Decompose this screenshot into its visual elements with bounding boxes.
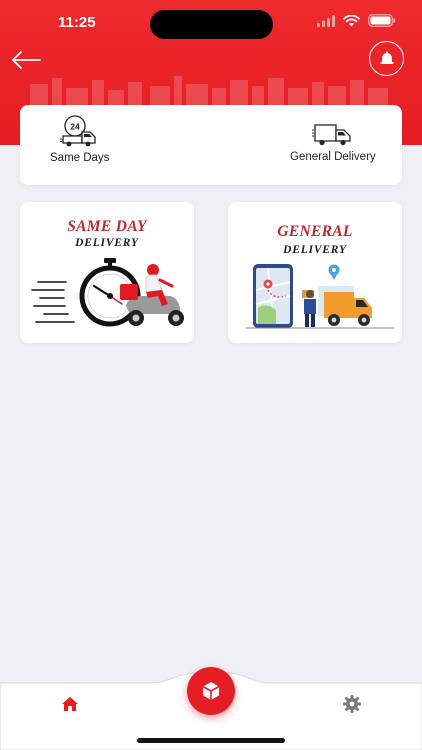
same-day-delivery-card[interactable]: SAME DAY DELIVERY: [20, 202, 194, 343]
clock-truck-icon: 24: [59, 115, 96, 147]
same-day-subtitle: DELIVERY: [75, 237, 139, 249]
center-box-button[interactable]: [187, 667, 235, 715]
screen: 11:25 24 Same Days General Delivery SAME…: [0, 0, 422, 750]
tab-settings[interactable]: [342, 694, 362, 714]
back-button[interactable]: [10, 48, 42, 72]
same-days-label: Same Days: [50, 152, 110, 164]
truck-icon: [311, 124, 351, 146]
same-day-title: SAME DAY: [67, 218, 147, 235]
notification-button[interactable]: [369, 41, 404, 76]
gear-icon: [343, 695, 361, 713]
general-title: GENERAL: [277, 223, 353, 240]
wifi-icon: [343, 14, 360, 26]
delivery-type-card: 24 Same Days General Delivery: [20, 105, 402, 185]
general-subtitle: DELIVERY: [283, 244, 347, 256]
arrow-left-icon: [12, 51, 41, 69]
same-days-option[interactable]: 24 Same Days: [50, 114, 109, 164]
general-delivery-option[interactable]: General Delivery: [290, 123, 376, 163]
home-indicator: [137, 738, 285, 743]
status-bar: 11:25: [0, 0, 422, 46]
status-icons: [317, 14, 396, 27]
home-icon: [62, 697, 78, 711]
signal-icon: [317, 14, 335, 27]
general-delivery-label: General Delivery: [290, 151, 376, 163]
clock-badge-text: 24: [70, 122, 80, 132]
box-icon: [202, 682, 220, 700]
general-delivery-card[interactable]: GENERAL DELIVERY: [228, 202, 402, 343]
scooter-stopwatch-illustration: [31, 258, 184, 327]
battery-icon: [368, 14, 396, 27]
phone-map-truck-illustration: [246, 264, 394, 329]
tab-home[interactable]: [60, 695, 80, 713]
dynamic-island: [150, 10, 273, 39]
city-skyline-decoration: [30, 76, 388, 110]
bell-icon: [380, 51, 393, 64]
status-time: 11:25: [58, 14, 96, 31]
